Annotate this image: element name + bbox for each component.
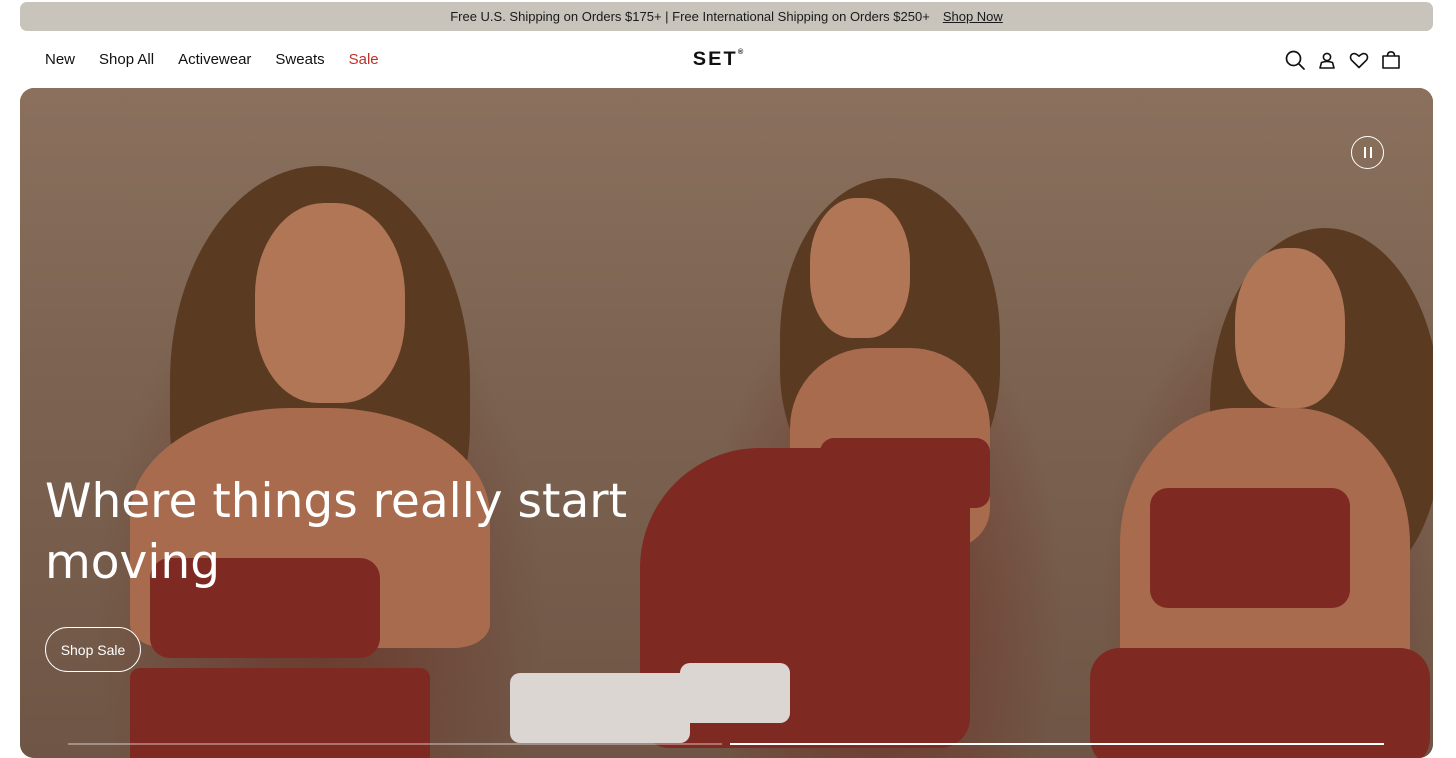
slide-indicator-1[interactable] — [68, 743, 722, 745]
model-middle-sneaker-left — [510, 673, 690, 743]
shop-now-link[interactable]: Shop Now — [943, 9, 1003, 24]
shopping-bag-icon[interactable] — [1380, 49, 1402, 71]
model-left-face — [255, 203, 405, 403]
hero-image — [20, 88, 1433, 758]
account-icon[interactable] — [1316, 49, 1338, 71]
nav-item-new[interactable]: New — [45, 51, 75, 68]
nav-item-sale[interactable]: Sale — [349, 51, 379, 68]
announcement-message: Free U.S. Shipping on Orders $175+ | Fre… — [450, 9, 930, 24]
slide-indicator-2[interactable] — [730, 743, 1384, 745]
main-nav: New Shop All Activewear Sweats Sale — [45, 31, 403, 88]
brand-logo-text: SET — [692, 49, 738, 70]
wishlist-heart-icon[interactable] — [1348, 49, 1370, 71]
brand-logo-mark: ® — [737, 48, 746, 56]
announcement-bar: Free U.S. Shipping on Orders $175+ | Fre… — [20, 2, 1433, 31]
header-icons — [1274, 49, 1402, 71]
shop-sale-button[interactable]: Shop Sale — [45, 627, 141, 672]
model-middle-face — [810, 198, 910, 338]
site-header: New Shop All Activewear Sweats Sale SET® — [0, 31, 1456, 88]
model-middle-sneaker-right — [680, 663, 790, 723]
pause-icon — [1363, 147, 1366, 158]
search-icon[interactable] — [1284, 49, 1306, 71]
nav-item-sweats[interactable]: Sweats — [275, 51, 324, 68]
slide-progress — [68, 743, 1384, 745]
hero-banner: Where things really start moving Shop Sa… — [20, 88, 1433, 758]
nav-item-activewear[interactable]: Activewear — [178, 51, 251, 68]
model-right-top — [1150, 488, 1350, 608]
hero-headline: Where things really start moving — [45, 474, 627, 590]
pause-button[interactable] — [1351, 136, 1384, 169]
nav-item-shop-all[interactable]: Shop All — [99, 51, 154, 68]
model-right-face — [1235, 248, 1345, 408]
brand-logo[interactable]: SET® — [693, 49, 746, 71]
model-right-bottom — [1090, 648, 1430, 758]
